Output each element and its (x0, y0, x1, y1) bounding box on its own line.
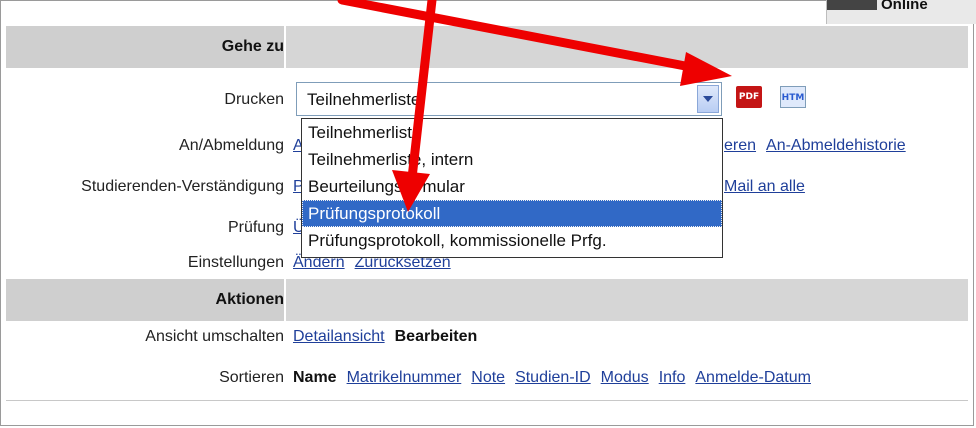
sort-link-info[interactable]: Info (659, 369, 686, 386)
sort-link-matrikelnummer[interactable]: Matrikelnummer (347, 369, 462, 386)
sort-link-studien-id[interactable]: Studien-ID (515, 369, 591, 386)
verstaendigung-links-right: Mail an alle (724, 166, 815, 208)
label-verstaendigung: Studierenden-Verständigung (81, 178, 284, 195)
label-ansicht: Ansicht umschalten (145, 328, 284, 345)
sort-link-anmelde-datum[interactable]: Anmelde-Datum (695, 369, 811, 386)
chevron-down-icon[interactable] (697, 85, 719, 113)
ansicht-options: Detailansicht Bearbeiten (293, 316, 487, 358)
separator (284, 279, 286, 321)
link-mail-an-alle[interactable]: Mail an alle (724, 178, 805, 195)
sort-options: Name Matrikelnummer Note Studien-ID Modus Inf… (293, 357, 821, 399)
label-an-abmeldung: An/Abmeldung (179, 137, 284, 154)
sort-active-name: Name (293, 369, 337, 386)
dropdown-option[interactable]: Teilnehmerliste (302, 119, 722, 146)
dropdown-option[interactable]: Teilnehmerliste, intern (302, 146, 722, 173)
active-bearbeiten: Bearbeiten (394, 328, 478, 345)
label-drucken: Drucken (224, 91, 284, 108)
section-gehe-zu: Gehe zu (6, 26, 968, 68)
divider (6, 400, 968, 401)
section-title-gehe-zu: Gehe zu (221, 38, 284, 55)
sort-link-modus[interactable]: Modus (601, 369, 649, 386)
section-title-aktionen: Aktionen (215, 291, 284, 308)
label-einstellungen: Einstellungen (187, 254, 284, 271)
sort-link-note[interactable]: Note (471, 369, 505, 386)
dropdown-option[interactable]: Prüfungsprotokoll, kommissionelle Prfg. (302, 227, 722, 254)
print-select[interactable]: Teilnehmerliste (296, 82, 722, 116)
section-aktionen: Aktionen (6, 279, 968, 321)
label-sortieren: Sortieren (219, 369, 284, 386)
an-abmeldung-links-right: eren An-Abmeldehistorie (724, 125, 916, 167)
dropdown-option-selected[interactable]: Prüfungsprotokoll (302, 200, 722, 227)
htm-icon[interactable]: HTM (780, 86, 806, 108)
link-an-abmeldehistorie[interactable]: An-Abmeldehistorie (766, 137, 906, 154)
dropdown-option[interactable]: Beurteilungsformular (302, 173, 722, 200)
badge-block (827, 0, 877, 10)
print-dropdown-list[interactable]: Teilnehmerliste Teilnehmerliste, intern … (301, 118, 723, 258)
print-select-value: Teilnehmerliste (307, 90, 421, 109)
row-ansicht: Ansicht umschalten Detailansicht Bearbeit… (6, 316, 968, 358)
link-eren[interactable]: eren (724, 137, 756, 154)
badge-text: Online (881, 0, 928, 13)
link-detailansicht[interactable]: Detailansicht (293, 328, 385, 345)
top-badge: Online (826, 0, 976, 24)
pdf-icon[interactable]: PDF (736, 86, 762, 108)
separator (284, 26, 286, 68)
row-sortieren: Sortieren Name Matrikelnummer Note Studien-… (6, 357, 968, 399)
